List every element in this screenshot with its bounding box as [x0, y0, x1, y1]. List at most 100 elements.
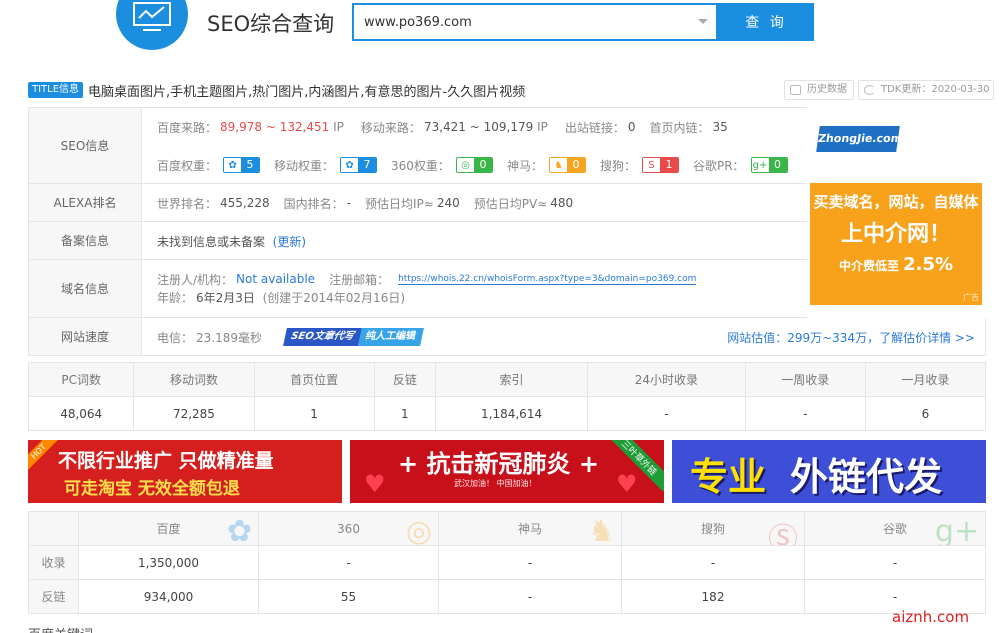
baidu-paw-icon: ✿ [224, 158, 242, 172]
stats-value[interactable]: 1 [253, 396, 375, 431]
banner2-line2: 武汉加油！ 中国加油！ [454, 479, 537, 488]
stats-value[interactable]: 1,184,614 [434, 396, 589, 431]
stats-value[interactable]: 6 [864, 396, 987, 431]
history-data-button[interactable]: 历史数据 [784, 80, 854, 100]
inner-links-value[interactable]: 35 [713, 120, 728, 134]
google-plus-icon: g+ [751, 158, 769, 172]
shenma-icon: ♞ [588, 514, 615, 546]
baidu-source-value[interactable]: 89,978 ~ 132,451 [220, 120, 329, 134]
banner3-word1: 专业 [690, 455, 767, 499]
360-weight-badge[interactable]: ◎ 0 [455, 157, 493, 173]
360-weight-value: 0 [473, 158, 492, 172]
ad-line3-big: 2.5% [903, 254, 954, 275]
baidu-weight-label: 百度权重： [157, 158, 218, 173]
360-icon: ◎ [456, 158, 474, 172]
outlinks-value[interactable]: 0 [628, 120, 636, 134]
site-estimate-link[interactable]: 网站估值：299万~334万，了解估价详情 >> [727, 329, 975, 346]
zhongjie-ad[interactable]: ZhongJie.com 买卖域名，网站，自媒体 上中介网！ 中介费低至 2.5… [810, 108, 982, 305]
tdk-update-button[interactable]: TDK更新：2020-03-30 [858, 80, 995, 100]
age-label: 年龄： [157, 290, 194, 305]
google-pr-label: 谷歌PR： [692, 158, 745, 173]
refresh-icon [864, 85, 875, 95]
history-data-label: 历史数据 [807, 84, 847, 95]
stats-header: 反链 [373, 362, 436, 397]
table-row: 反链 934,000 55 - 182 - [28, 579, 986, 614]
banner-ad-covid[interactable]: ♥ ♥ + 抗击新冠肺炎 + 武汉加油！ 中国加油！ 三叶草外链 [350, 440, 664, 503]
table-row: 收录 1,350,000 - - - - [28, 545, 986, 580]
tdk-update-label: TDK更新：2020-03-30 [881, 84, 990, 95]
stats-header: 24小时收录 [587, 362, 746, 397]
age-value: 6年2月3日 [196, 290, 255, 305]
mobile-weight-value: 7 [358, 158, 377, 172]
engines-table: 百度 ✿ 360 ◎ 神马 ♞ 搜狗 Ⓢ 谷歌 g+ 收录 1,350,000 - - -… [28, 511, 986, 614]
engine-value[interactable]: 55 [258, 579, 439, 614]
baidu-weight-badge[interactable]: ✿ 5 [223, 157, 261, 173]
banner-ad-outlinks[interactable]: 专业 外链代发 [672, 440, 986, 503]
stats-header: 一周收录 [744, 362, 866, 397]
engine-value[interactable]: 934,000 [78, 579, 259, 614]
chevron-down-icon[interactable] [698, 19, 708, 24]
shenma-icon: ♞ [549, 158, 567, 172]
sogou-icon: S [642, 158, 660, 172]
row-label-backlinks: 反链 [28, 579, 79, 614]
inner-links-label: 首页内链： [649, 120, 710, 135]
mobile-weight-badge[interactable]: ✿ 7 [340, 157, 378, 173]
ad-line2: 上中介网！ [840, 222, 951, 247]
beian-text: 未找到信息或未备案 [157, 234, 266, 249]
engine-value[interactable]: 182 [621, 579, 805, 614]
engine-value: - [438, 579, 622, 614]
seo-writing-promo[interactable]: SEO文章代写 纯人工编辑 [283, 328, 424, 346]
heart-icon: ♥ [616, 470, 638, 498]
engine-name: 搜狗 [700, 522, 725, 536]
google-pr-value: 0 [768, 158, 787, 172]
google-pr-badge[interactable]: g+ 0 [750, 157, 788, 173]
site-logo[interactable] [116, 0, 188, 50]
registrant-value[interactable]: Not available [236, 272, 315, 286]
speed-row: 网站速度 电信： 23.189毫秒 SEO文章代写 纯人工编辑 网站估值：299万~… [28, 318, 986, 356]
promo-a: SEO文章代写 [283, 328, 362, 346]
mobile-paw-icon: ✿ [341, 158, 359, 172]
hot-label: HOT [28, 440, 60, 473]
ad-line3: 中介费低至 [838, 259, 899, 273]
banner3-word2: 外链代发 [790, 455, 943, 499]
beian-row: 备案信息 未找到信息或未备案 (更新) [28, 222, 807, 260]
engine-value[interactable]: 1,350,000 [78, 545, 259, 580]
stats-value[interactable]: 48,064 [27, 396, 135, 431]
banner2-line1: + 抗击新冠肺炎 + [398, 450, 599, 478]
title-tag: TITLE信息 [28, 82, 84, 98]
whois-link[interactable]: https://whois.22.cn/whoisForm.aspx?type=… [398, 274, 697, 285]
site-title-text: 电脑桌面图片,手机主题图片,热门图片,内涵图片,有意思的图片-久久图片视频 [88, 85, 526, 100]
engine-value: - [804, 545, 986, 580]
engine-header-360: 360 ◎ [258, 511, 439, 546]
engine-header-baidu: 百度 ✿ [78, 511, 259, 546]
sogou-label: 搜狗： [599, 158, 636, 173]
stats-value[interactable]: 72,285 [133, 396, 255, 431]
google-plus-icon: g+ [934, 514, 979, 546]
telecom-label: 电信： [157, 330, 194, 345]
mobile-source-value[interactable]: 73,421 ~ 109,179 [424, 120, 533, 134]
email-label: 注册邮箱： [329, 272, 390, 287]
search-box [352, 3, 718, 41]
baidu-paw-icon: ✿ [226, 514, 252, 546]
engine-name: 神马 [517, 522, 542, 536]
shenma-label: 神马： [506, 158, 543, 173]
banner1-line2: 可走淘宝 无效全额包退 [64, 479, 240, 499]
beian-update-link[interactable]: (更新) [273, 233, 306, 250]
world-rank-value: 455,228 [220, 196, 270, 210]
stats-value[interactable]: 1 [373, 396, 436, 431]
search-input[interactable] [354, 5, 684, 39]
sogou-icon: Ⓢ [768, 522, 798, 546]
360-weight-label: 360权重： [391, 158, 450, 173]
watermark: aiznh.com [892, 608, 970, 626]
alexa-label: ALEXA排名 [29, 184, 142, 221]
cn-rank-label: 国内排名： [283, 196, 344, 211]
mobile-ip-unit: IP [537, 120, 548, 134]
mobile-source-label: 移动来路： [360, 120, 421, 135]
banner-ad-promotion[interactable]: HOT 不限行业推广 只做精准量 可走淘宝 无效全额包退 [28, 440, 342, 503]
speed-label: 网站速度 [29, 318, 142, 355]
sogou-badge[interactable]: S1 [641, 157, 679, 173]
shenma-badge[interactable]: ♞ 0 [548, 157, 586, 173]
est-ip-label: 预估日均IP≈ [365, 196, 434, 211]
beian-label: 备案信息 [29, 222, 142, 259]
search-button[interactable]: 查 询 [718, 3, 814, 41]
